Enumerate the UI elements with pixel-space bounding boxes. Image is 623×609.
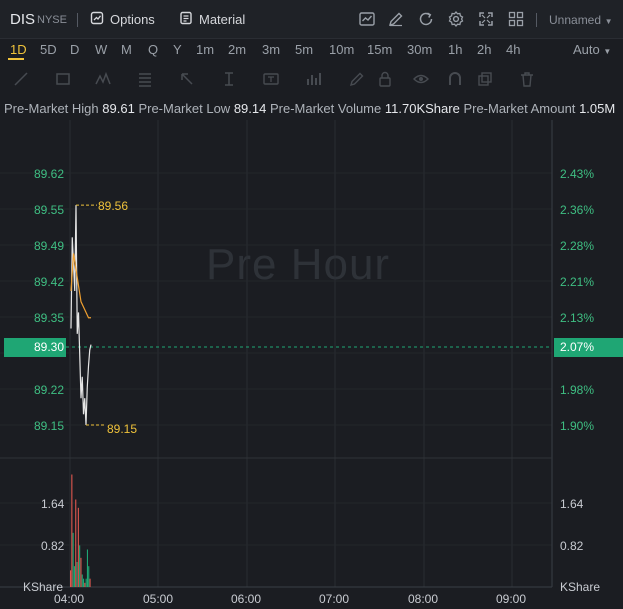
current-price-tag: 89.30 [4,338,66,357]
volume-bar [71,474,73,587]
time-tick: 09:00 [496,592,527,606]
percent-tick: 2.43% [560,167,595,181]
volume-bar [89,578,91,587]
price-tick: 89.35 [33,311,64,325]
volume-bar [88,566,90,587]
time-tick: 04:00 [54,592,85,606]
volume-bar [81,574,83,587]
percent-tick: 2.28% [560,239,595,253]
price-tick: 89.55 [33,203,64,217]
price-tick: 89.49 [33,239,64,253]
volume-bar [73,566,75,587]
volume-bar [86,549,88,587]
volume-bar [75,499,77,587]
volume-tick: 1.64 [560,497,584,511]
volume-tick: 0.82 [560,539,584,553]
time-tick: 07:00 [319,592,350,606]
time-tick: 08:00 [408,592,439,606]
percent-tick: 1.98% [560,383,595,397]
high-annotation: 89.56 [98,199,129,213]
price-chart [0,120,553,588]
volume-bar [84,582,86,587]
price-line [70,205,92,426]
price-tick: 89.22 [33,383,64,397]
volume-bar [83,578,85,587]
volume-bar [80,557,82,587]
volume-bar [76,562,78,587]
percent-tick: 2.36% [560,203,595,217]
time-tick: 05:00 [143,592,174,606]
volume-bar [77,507,79,587]
volume-bar [85,578,87,587]
percent-tick: 2.21% [560,275,595,289]
price-tick: 89.15 [33,419,64,433]
percent-tick: 2.13% [560,311,595,325]
price-tick: 89.62 [33,167,64,181]
volume-bar [72,532,74,587]
low-annotation: 89.15 [107,422,138,436]
volume-tick: 0.82 [41,539,65,553]
volume-unit-right: KShare [560,580,601,594]
price-tick: 89.42 [33,275,64,289]
percent-tick: 1.90% [560,419,595,433]
volume-bar [79,545,81,587]
current-percent-tag: 2.07% [554,338,623,357]
volume-bar [70,570,72,587]
volume-tick: 1.64 [41,497,65,511]
time-tick: 06:00 [231,592,262,606]
